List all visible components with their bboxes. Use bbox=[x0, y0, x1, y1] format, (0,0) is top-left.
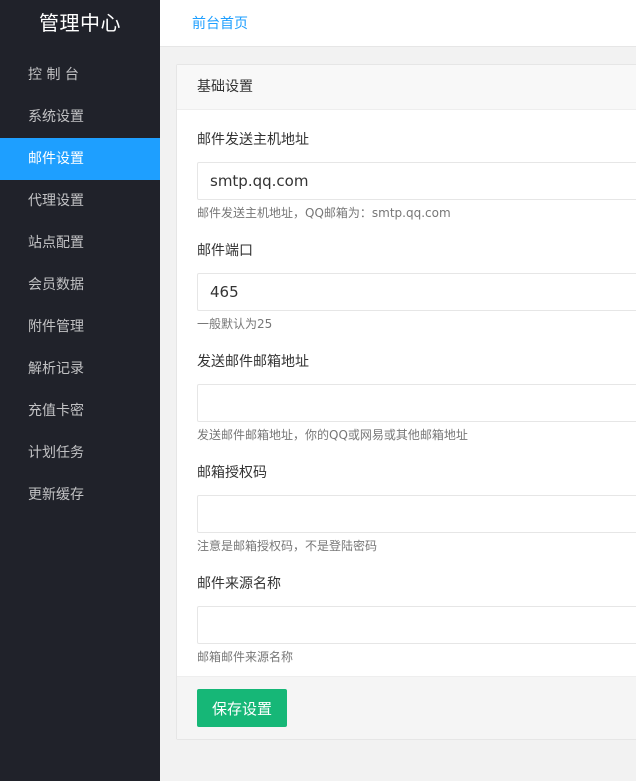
field-label: 邮件发送主机地址 bbox=[197, 132, 309, 148]
brand-title: 管理中心 bbox=[39, 11, 121, 35]
sender-name-input[interactable] bbox=[197, 606, 636, 644]
sidebar-item-system-settings[interactable]: 系统设置 bbox=[0, 96, 160, 138]
sidebar-item-mail-settings[interactable]: 邮件设置 bbox=[0, 138, 160, 180]
field-auth-code: 邮箱授权码 注意是邮箱授权码，不是登陆密码 bbox=[197, 463, 636, 555]
smtp-port-input[interactable] bbox=[197, 273, 636, 311]
sidebar-item-member-data[interactable]: 会员数据 bbox=[0, 264, 160, 306]
sidebar-item-recharge-cards[interactable]: 充值卡密 bbox=[0, 390, 160, 432]
field-sender-email: 发送邮件邮箱地址 发送邮件邮箱地址，你的QQ或网易或其他邮箱地址 bbox=[197, 352, 636, 444]
sidebar: 管理中心 控 制 台 系统设置 邮件设置 代理设置 站点配置 会员数据 附件管理… bbox=[0, 0, 160, 781]
field-smtp-port: 邮件端口 一般默认为25 bbox=[197, 241, 636, 333]
save-settings-button[interactable]: 保存设置 bbox=[197, 689, 287, 727]
field-help: 注意是邮箱授权码，不是登陆密码 bbox=[197, 539, 378, 553]
field-help: 发送邮件邮箱地址，你的QQ或网易或其他邮箱地址 bbox=[197, 428, 468, 442]
sidebar-item-site-config[interactable]: 站点配置 bbox=[0, 222, 160, 264]
sidebar-item-attachments[interactable]: 附件管理 bbox=[0, 306, 160, 348]
field-help: 邮件发送主机地址，QQ邮箱为：smtp.qq.com bbox=[197, 206, 451, 220]
card-footer: 保存设置 bbox=[177, 676, 636, 739]
field-label: 邮箱授权码 bbox=[197, 465, 267, 481]
sidebar-item-refresh-cache[interactable]: 更新缓存 bbox=[0, 474, 160, 516]
top-bar: 前台首页 bbox=[160, 0, 636, 47]
field-label: 邮件来源名称 bbox=[197, 576, 281, 592]
frontend-home-link[interactable]: 前台首页 bbox=[192, 13, 248, 33]
field-help: 一般默认为25 bbox=[197, 317, 273, 331]
field-sender-name: 邮件来源名称 邮箱邮件来源名称 bbox=[197, 574, 636, 666]
auth-code-input[interactable] bbox=[197, 495, 636, 533]
sidebar-nav: 控 制 台 系统设置 邮件设置 代理设置 站点配置 会员数据 附件管理 解析记录… bbox=[0, 54, 160, 516]
sidebar-item-scheduled-tasks[interactable]: 计划任务 bbox=[0, 432, 160, 474]
smtp-host-input[interactable] bbox=[197, 162, 636, 200]
field-help: 邮箱邮件来源名称 bbox=[197, 650, 294, 664]
field-label: 邮件端口 bbox=[197, 243, 253, 259]
card-title: 基础设置 bbox=[177, 65, 636, 110]
sender-email-input[interactable] bbox=[197, 384, 636, 422]
sidebar-item-dashboard[interactable]: 控 制 台 bbox=[0, 54, 160, 96]
settings-card: 基础设置 邮件发送主机地址 邮件发送主机地址，QQ邮箱为：smtp.qq.com… bbox=[176, 64, 636, 740]
sidebar-item-parse-records[interactable]: 解析记录 bbox=[0, 348, 160, 390]
mail-settings-form: 邮件发送主机地址 邮件发送主机地址，QQ邮箱为：smtp.qq.com 邮件端口… bbox=[177, 110, 636, 666]
sidebar-item-proxy-settings[interactable]: 代理设置 bbox=[0, 180, 160, 222]
field-label: 发送邮件邮箱地址 bbox=[197, 354, 309, 370]
field-smtp-host: 邮件发送主机地址 邮件发送主机地址，QQ邮箱为：smtp.qq.com bbox=[197, 130, 636, 222]
